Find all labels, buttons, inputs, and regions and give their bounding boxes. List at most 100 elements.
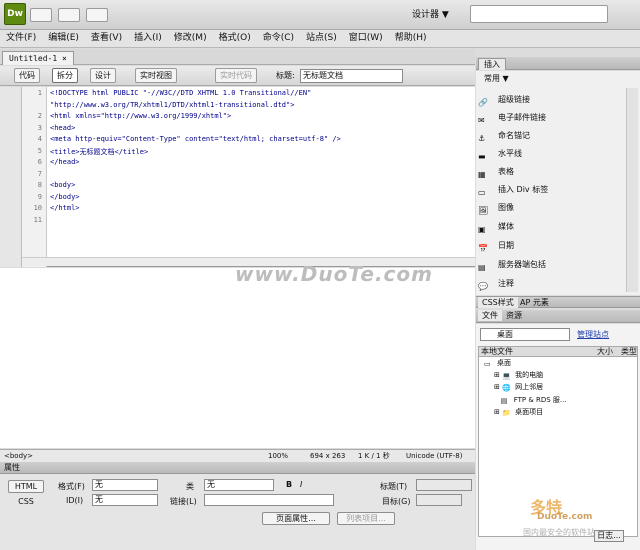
div-icon: ▭ xyxy=(478,187,486,197)
tab-files[interactable]: 文件 xyxy=(478,310,502,321)
format-label: 格式(F) xyxy=(58,482,85,491)
site-icon[interactable] xyxy=(86,8,108,22)
menu-commands[interactable]: 命令(C) xyxy=(257,30,300,47)
tree-item-label: 桌面 xyxy=(497,359,511,367)
insert-category-select[interactable]: 常用 ▼ xyxy=(478,72,509,86)
italic-button[interactable]: I xyxy=(300,480,302,489)
line-number: 11 xyxy=(33,215,42,224)
search-input[interactable] xyxy=(470,5,608,23)
class-select[interactable]: 无 xyxy=(204,479,274,491)
tree-item-label: 我的电脑 xyxy=(515,371,544,379)
split-view-button[interactable]: 拆分 xyxy=(52,68,78,83)
code-line[interactable]: <body> xyxy=(50,181,75,189)
html-mode-button[interactable]: HTML xyxy=(8,480,44,493)
menu-help[interactable]: 帮助(H) xyxy=(389,30,433,47)
line-number: 5 xyxy=(37,146,42,155)
properties-header[interactable]: 属性 xyxy=(0,462,475,474)
col-size[interactable]: 大小 xyxy=(597,347,613,356)
design-view[interactable] xyxy=(0,268,475,448)
link-input[interactable] xyxy=(204,494,334,506)
tree-item-my-computer[interactable]: ⊞ 💻 我的电脑 xyxy=(494,370,543,380)
insert-hyperlink[interactable]: 🔗 超级链接 xyxy=(478,91,628,108)
format-select[interactable]: 无 xyxy=(92,479,158,491)
site-select[interactable]: 桌面 xyxy=(480,328,570,341)
document-tab[interactable]: Untitled-1 × xyxy=(2,51,74,65)
folder-icon: 📁 xyxy=(502,408,511,417)
manage-sites-link[interactable]: 管理站点 xyxy=(577,329,609,340)
code-line[interactable]: </body> xyxy=(50,193,80,201)
zoom-select[interactable]: 100% xyxy=(268,450,288,462)
insert-named-anchor[interactable]: ⚓ 命名锚记 xyxy=(478,127,628,144)
tab-css-styles[interactable]: CSS样式 xyxy=(478,297,518,308)
insert-tab[interactable]: 插入 xyxy=(478,58,506,70)
id-select[interactable]: 无 xyxy=(92,494,158,506)
tree-item-network[interactable]: ⊞ 🌐 网上邻居 xyxy=(494,382,543,392)
menu-modify[interactable]: 修改(M) xyxy=(168,30,213,47)
workspace-switcher[interactable]: 设计器 ▼ xyxy=(408,8,453,22)
insert-email-link[interactable]: ✉ 电子邮件链接 xyxy=(478,109,628,126)
col-local-files[interactable]: 本地文件 xyxy=(481,347,513,356)
code-line[interactable]: <meta http-equiv="Content-Type" content=… xyxy=(50,135,341,143)
code-line[interactable]: <head> xyxy=(50,124,75,132)
title-field[interactable] xyxy=(416,479,472,491)
code-line[interactable]: </head> xyxy=(50,158,80,166)
window-size[interactable]: 694 x 263 xyxy=(310,450,345,462)
target-select[interactable] xyxy=(416,494,462,506)
insert-item-label: 命名锚记 xyxy=(498,131,530,140)
css-mode-button[interactable]: CSS xyxy=(8,495,44,508)
page-properties-button[interactable]: 页面属性... xyxy=(262,512,330,525)
tree-item-ftp[interactable]: ▤ FTP & RDS 服... xyxy=(494,395,567,405)
bold-button[interactable]: B xyxy=(286,480,292,489)
anchor-icon: ⚓ xyxy=(478,133,486,143)
menu-site[interactable]: 站点(S) xyxy=(300,30,343,47)
menu-window[interactable]: 窗口(W) xyxy=(343,30,389,47)
menu-insert[interactable]: 插入(I) xyxy=(128,30,168,47)
menu-format[interactable]: 格式(O) xyxy=(213,30,257,47)
live-code-button[interactable]: 实时代码 xyxy=(215,68,257,83)
layout-icon[interactable] xyxy=(30,8,52,22)
insert-table[interactable]: ▦ 表格 xyxy=(478,163,628,180)
menu-bar: 文件(F) 编辑(E) 查看(V) 插入(I) 修改(M) 格式(O) 命令(C) 站点(S)… xyxy=(0,30,640,48)
insert-item-label: 水平线 xyxy=(498,149,522,158)
code-view-button[interactable]: 代码 xyxy=(14,68,40,83)
document-tab-label: Untitled-1 xyxy=(9,54,58,63)
tag-selector[interactable]: <body> xyxy=(4,450,33,462)
insert-div-tag[interactable]: ▭ 插入 Div 标签 xyxy=(478,181,628,198)
tab-assets[interactable]: 资源 xyxy=(502,310,526,321)
code-line[interactable]: </html> xyxy=(50,204,80,212)
hyperlink-icon: 🔗 xyxy=(478,97,488,107)
tree-item-desktop-items[interactable]: ⊞ 📁 桌面项目 xyxy=(494,407,543,417)
code-line[interactable]: <html xmlns="http://www.w3.org/1999/xhtm… xyxy=(50,112,231,120)
insert-scrollbar[interactable] xyxy=(626,88,638,292)
tree-item-label: 网上邻居 xyxy=(515,383,544,391)
desktop-icon: ▭ xyxy=(484,359,491,368)
insert-date[interactable]: 📅 日期 xyxy=(478,237,628,254)
menu-file[interactable]: 文件(F) xyxy=(0,30,42,47)
email-icon: ✉ xyxy=(478,115,485,125)
line-number: 7 xyxy=(37,169,42,178)
insert-media[interactable]: ▣ 媒体 xyxy=(478,218,628,235)
design-view-button[interactable]: 设计 xyxy=(90,68,116,83)
insert-item-label: 电子邮件链接 xyxy=(498,113,546,122)
insert-server-include[interactable]: ▤ 服务器端包括 xyxy=(478,256,628,273)
log-button[interactable]: 日志... xyxy=(594,530,624,542)
col-type[interactable]: 类型 xyxy=(621,347,637,356)
menu-view[interactable]: 查看(V) xyxy=(85,30,128,47)
live-view-button[interactable]: 实时视图 xyxy=(135,68,177,83)
gear-icon[interactable] xyxy=(58,8,80,22)
code-line[interactable]: <!DOCTYPE html PUBLIC "-//W3C//DTD XHTML… xyxy=(50,89,311,97)
menu-edit[interactable]: 编辑(E) xyxy=(42,30,85,47)
code-line[interactable]: <title>无标题文档</title> xyxy=(50,147,148,157)
insert-image[interactable]: 🖼 图像 xyxy=(478,199,628,216)
close-icon[interactable]: × xyxy=(62,54,67,63)
insert-item-label: 表格 xyxy=(498,167,514,176)
tree-item-desktop[interactable]: ▭ 桌面 xyxy=(484,358,511,368)
document-title-input[interactable]: 无标题文档 xyxy=(300,69,403,83)
tab-ap-elements[interactable]: AP 元素 xyxy=(516,297,553,308)
insert-comment[interactable]: 💬 注释 xyxy=(478,275,628,292)
coding-toolbar xyxy=(0,87,22,267)
tree-item-label: FTP & RDS 服... xyxy=(513,396,567,404)
code-line[interactable]: "http://www.w3.org/TR/xhtml1/DTD/xhtml1-… xyxy=(50,101,294,109)
list-item-button[interactable]: 列表项目... xyxy=(337,512,395,525)
insert-horizontal-rule[interactable]: ▬ 水平线 xyxy=(478,145,628,162)
